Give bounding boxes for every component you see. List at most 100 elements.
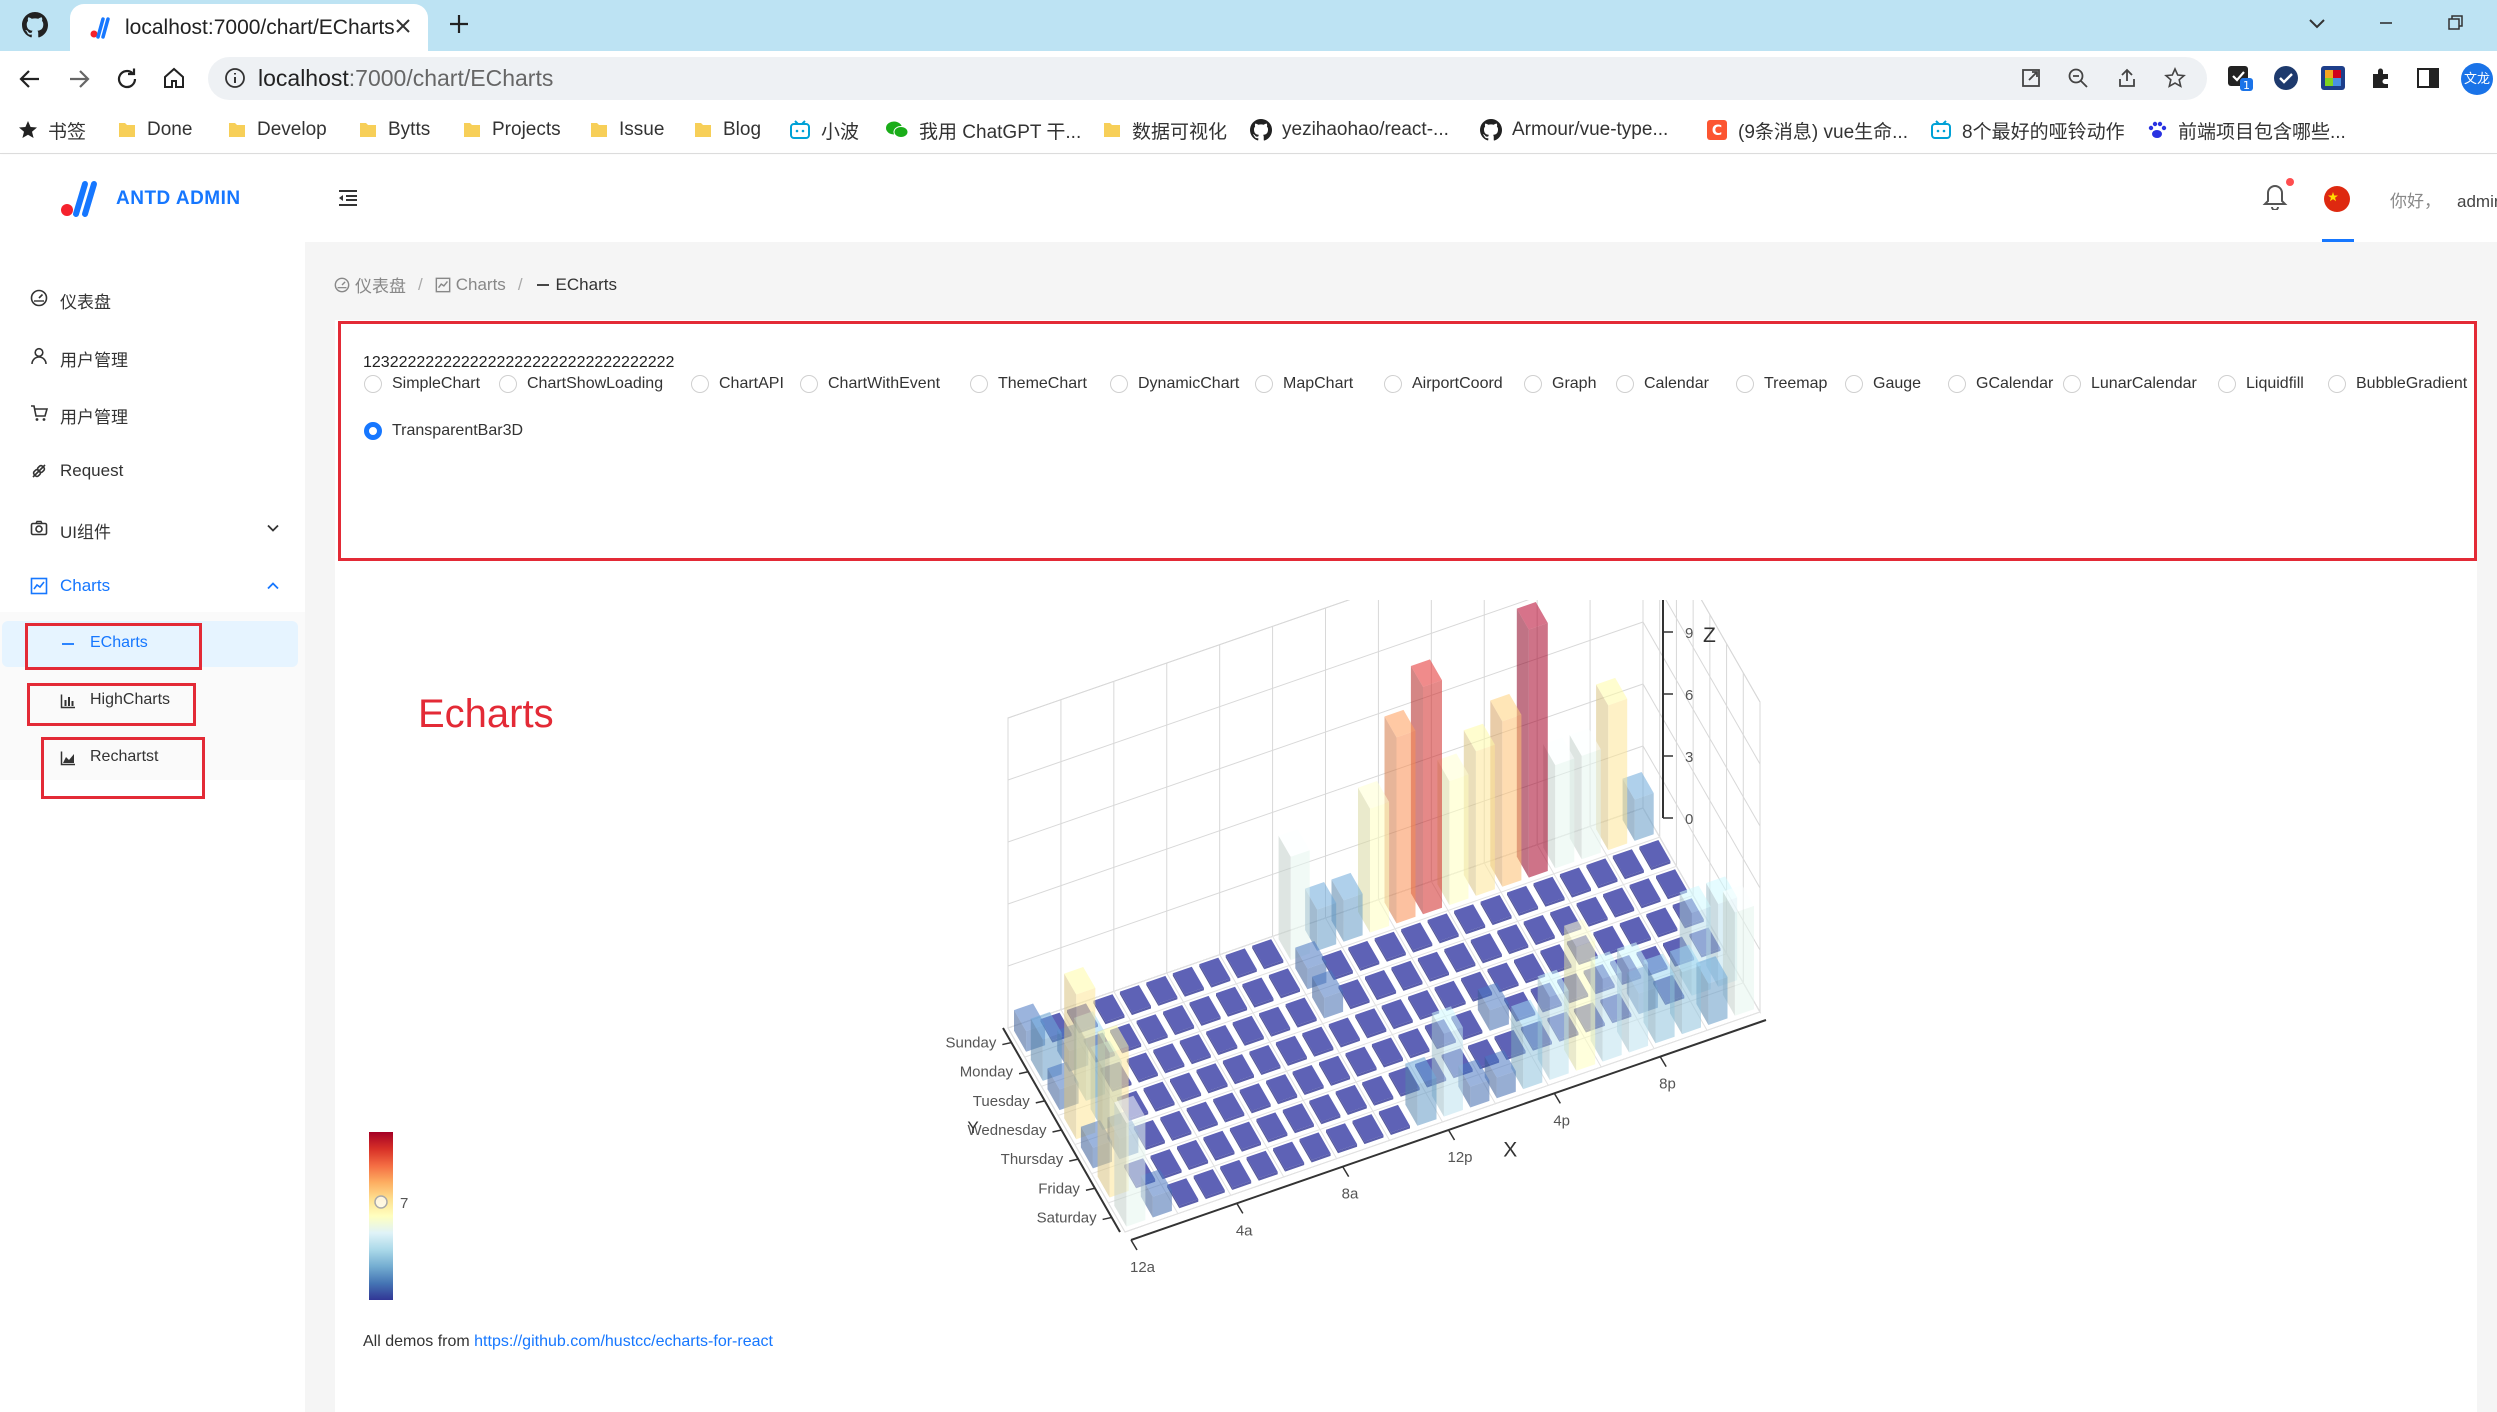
close-tab-icon[interactable] <box>394 17 412 35</box>
sidebar-item-ui-components[interactable]: UI组件 <box>0 505 305 551</box>
active-tab[interactable]: localhost:7000/chart/ECharts <box>70 4 428 51</box>
sidebar-item-dashboard[interactable]: 仪表盘 <box>0 275 305 321</box>
bar-friday-9a[interactable] <box>1335 1084 1367 1115</box>
radio-ring[interactable] <box>1110 375 1128 393</box>
bar-friday-5a[interactable] <box>1229 1121 1261 1152</box>
share-icon[interactable] <box>2116 67 2138 89</box>
sidebar-item-charts[interactable]: Charts <box>0 563 305 609</box>
minimize-icon[interactable] <box>2375 12 2397 34</box>
bookmark-item[interactable]: yezihaohao/react-... <box>1250 116 1449 144</box>
bar-tuesday-5p[interactable] <box>1497 924 1529 955</box>
bar-sunday-3a[interactable] <box>1093 994 1125 1025</box>
bar-sunday-11p[interactable] <box>1622 772 1654 841</box>
visual-map-handle[interactable] <box>374 1195 388 1209</box>
bar-monday-9a[interactable] <box>1268 968 1300 999</box>
bookmark-item[interactable]: 小波 <box>789 116 859 144</box>
bookmark-folder[interactable]: Done <box>117 116 192 144</box>
bar-wednesday-7a[interactable] <box>1249 1045 1281 1075</box>
sidebar-item-users[interactable]: 用户管理 <box>0 333 305 379</box>
radio-option-lunarcalendar[interactable]: LunarCalendar <box>2063 375 2197 393</box>
bar-tuesday-11a[interactable] <box>1338 979 1370 1010</box>
forward-icon[interactable] <box>66 66 92 92</box>
bar-sunday-6p[interactable] <box>1490 693 1522 887</box>
breadcrumb-home[interactable]: 仪表盘 <box>334 272 406 297</box>
bar-sunday-7a[interactable] <box>1199 957 1231 988</box>
bookmark-folder[interactable]: Issue <box>589 116 664 144</box>
bar-wednesday-11a[interactable] <box>1355 1008 1387 1039</box>
radio-option-calendar[interactable]: Calendar <box>1616 375 1709 393</box>
bar-friday-7a[interactable] <box>1282 1103 1314 1134</box>
bar-sunday-2p[interactable] <box>1384 709 1416 924</box>
bar-sunday-9p[interactable] <box>1569 728 1601 860</box>
bookmark-folder[interactable]: Blog <box>693 116 761 144</box>
bookmark-item[interactable]: 书签 <box>18 116 86 144</box>
bookmark-item[interactable]: 我用 ChatGPT 干... <box>885 116 1081 144</box>
bookmark-star-icon[interactable] <box>2164 67 2186 89</box>
bar-monday-9p[interactable] <box>1586 858 1618 889</box>
bookmark-item[interactable]: 前端项目包含哪些... <box>2146 116 2346 144</box>
bar-wednesday-9p[interactable] <box>1619 916 1651 947</box>
bar-wednesday-12a[interactable] <box>1064 967 1096 1140</box>
radio-option-themechart[interactable]: ThemeChart <box>970 375 1087 393</box>
bar-saturday-3a[interactable] <box>1193 1169 1225 1200</box>
extension-badge-icon[interactable]: 1 <box>2226 64 2254 92</box>
radio-ring[interactable] <box>2063 375 2081 393</box>
radio-option-treemap[interactable]: Treemap <box>1736 375 1827 393</box>
radio-option-chartapi[interactable]: ChartAPI <box>691 375 784 393</box>
bar-monday-5p[interactable] <box>1480 895 1512 926</box>
bar-tuesday-9p[interactable] <box>1603 887 1635 918</box>
bar3d-chart[interactable]: 03691215Z12a4a8a12p4p8pXSaturdayFridayTh… <box>335 600 2475 1320</box>
github-icon[interactable] <box>22 12 48 38</box>
breadcrumb-charts[interactable]: Charts <box>435 275 506 295</box>
radio-ring[interactable] <box>1948 375 1966 393</box>
address-bar[interactable]: localhost:7000/chart/ECharts <box>208 57 2207 100</box>
bar-sunday-10a[interactable] <box>1278 829 1310 961</box>
radio-ring[interactable] <box>499 375 517 393</box>
bookmark-folder[interactable]: Bytts <box>358 116 430 144</box>
puzzle-extensions-icon[interactable] <box>2368 65 2394 91</box>
bar-sunday-3p[interactable] <box>1410 659 1442 915</box>
radio-option-chartshowloading[interactable]: ChartShowLoading <box>499 375 663 393</box>
menu-fold-icon[interactable] <box>336 186 360 210</box>
bar-thursday-9a[interactable] <box>1319 1055 1351 1086</box>
bar-wednesday-5a[interactable] <box>1196 1063 1228 1094</box>
bar-tuesday-3p[interactable] <box>1444 942 1476 973</box>
bar-saturday-12a[interactable] <box>1114 1095 1146 1227</box>
restore-icon[interactable] <box>2444 12 2466 34</box>
bar-tuesday-5a[interactable] <box>1179 1034 1211 1065</box>
new-tab-icon[interactable] <box>448 13 470 35</box>
back-icon[interactable] <box>17 66 43 92</box>
bar-monday-11p[interactable] <box>1639 840 1671 871</box>
radio-ring[interactable] <box>1255 375 1273 393</box>
bookmark-item[interactable]: C (9条消息) vue生命... <box>1706 116 1908 144</box>
radio-option-gcalendar[interactable]: GCalendar <box>1948 375 2053 393</box>
bookmark-item[interactable]: Armour/vue-type... <box>1480 116 1668 144</box>
radio-option-dynamicchart[interactable]: DynamicChart <box>1110 375 1239 393</box>
bar-saturday-3p[interactable] <box>1511 999 1543 1090</box>
bar-wednesday-3a[interactable] <box>1143 1081 1175 1112</box>
bar-thursday-7a[interactable] <box>1266 1074 1298 1105</box>
radio-ring[interactable] <box>1384 375 1402 393</box>
zoom-icon[interactable] <box>2067 67 2089 89</box>
bar-thursday-3a[interactable] <box>1160 1110 1192 1141</box>
bar-tuesday-1p[interactable] <box>1391 960 1423 991</box>
radio-option-chartwithevent[interactable]: ChartWithEvent <box>800 375 940 393</box>
check-circle-extension-icon[interactable] <box>2273 65 2299 91</box>
bar-saturday-5p[interactable] <box>1564 919 1596 1071</box>
bar-thursday-11a[interactable] <box>1371 1037 1403 1068</box>
bar-tuesday-3a[interactable] <box>1126 1052 1158 1083</box>
bar-sunday-7p[interactable] <box>1516 602 1548 878</box>
radio-ring[interactable] <box>1736 375 1754 393</box>
bar-sunday-1p[interactable] <box>1358 781 1390 933</box>
bar-saturday-6p[interactable] <box>1590 951 1622 1062</box>
bar-monday-1p[interactable] <box>1374 931 1406 962</box>
radio-option-graph[interactable]: Graph <box>1524 375 1596 393</box>
profile-avatar[interactable]: 文龙 <box>2461 63 2493 95</box>
bar-tuesday-9a[interactable] <box>1285 997 1317 1028</box>
tab-search-chevron-icon[interactable] <box>2306 12 2328 34</box>
user-greeting[interactable]: 你好，admin <box>2390 187 2497 212</box>
bar-monday-5a[interactable] <box>1163 1005 1195 1036</box>
radio-ring[interactable] <box>691 375 709 393</box>
radio-option-airportcoord[interactable]: AirportCoord <box>1384 375 1503 393</box>
bar-wednesday-9a[interactable] <box>1302 1026 1334 1057</box>
